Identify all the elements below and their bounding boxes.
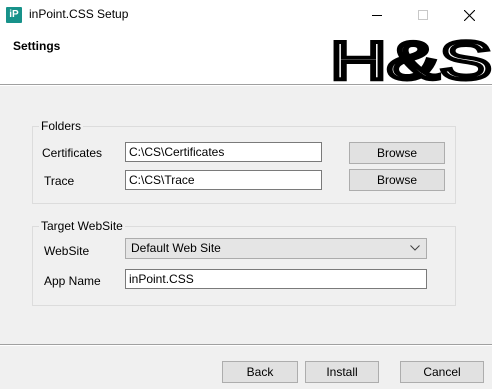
- maximize-button: [400, 0, 446, 30]
- hs-logo: H&S: [330, 35, 492, 83]
- close-button[interactable]: [446, 0, 492, 30]
- window-title: inPoint.CSS Setup: [29, 7, 129, 21]
- app-icon: iP: [6, 7, 22, 23]
- certificates-label: Certificates: [42, 146, 103, 160]
- maximize-icon: [418, 10, 428, 20]
- svg-text:H&S: H&S: [330, 35, 492, 83]
- cancel-button[interactable]: Cancel: [400, 361, 484, 383]
- header-banner: Settings H&S: [0, 30, 492, 84]
- certificates-path-input[interactable]: C:\CS\Certificates: [125, 142, 322, 162]
- settings-panel: Folders Certificates C:\CS\Certificates …: [0, 86, 492, 344]
- folders-legend: Folders: [39, 119, 84, 133]
- browse-certificates-button[interactable]: Browse: [349, 142, 445, 164]
- website-select[interactable]: Default Web Site: [125, 238, 427, 259]
- page-title: Settings: [13, 39, 61, 53]
- website-selected-value: Default Web Site: [131, 241, 221, 255]
- install-button[interactable]: Install: [305, 361, 379, 383]
- minimize-button[interactable]: [354, 0, 400, 30]
- button-bar: Back Install Cancel: [0, 346, 492, 389]
- website-label: WebSite: [44, 244, 90, 258]
- target-website-legend: Target WebSite: [39, 219, 125, 233]
- chevron-down-icon: [410, 245, 420, 251]
- trace-path-input[interactable]: C:\CS\Trace: [125, 170, 322, 190]
- close-icon: [463, 9, 475, 21]
- minimize-icon: [372, 15, 382, 16]
- title-bar: iP inPoint.CSS Setup: [0, 0, 492, 30]
- app-name-label: App Name: [44, 274, 101, 288]
- back-button[interactable]: Back: [222, 361, 298, 383]
- folders-group: Folders: [32, 119, 456, 204]
- trace-label: Trace: [44, 174, 75, 188]
- browse-trace-button[interactable]: Browse: [349, 169, 445, 191]
- app-name-input[interactable]: inPoint.CSS: [125, 269, 427, 289]
